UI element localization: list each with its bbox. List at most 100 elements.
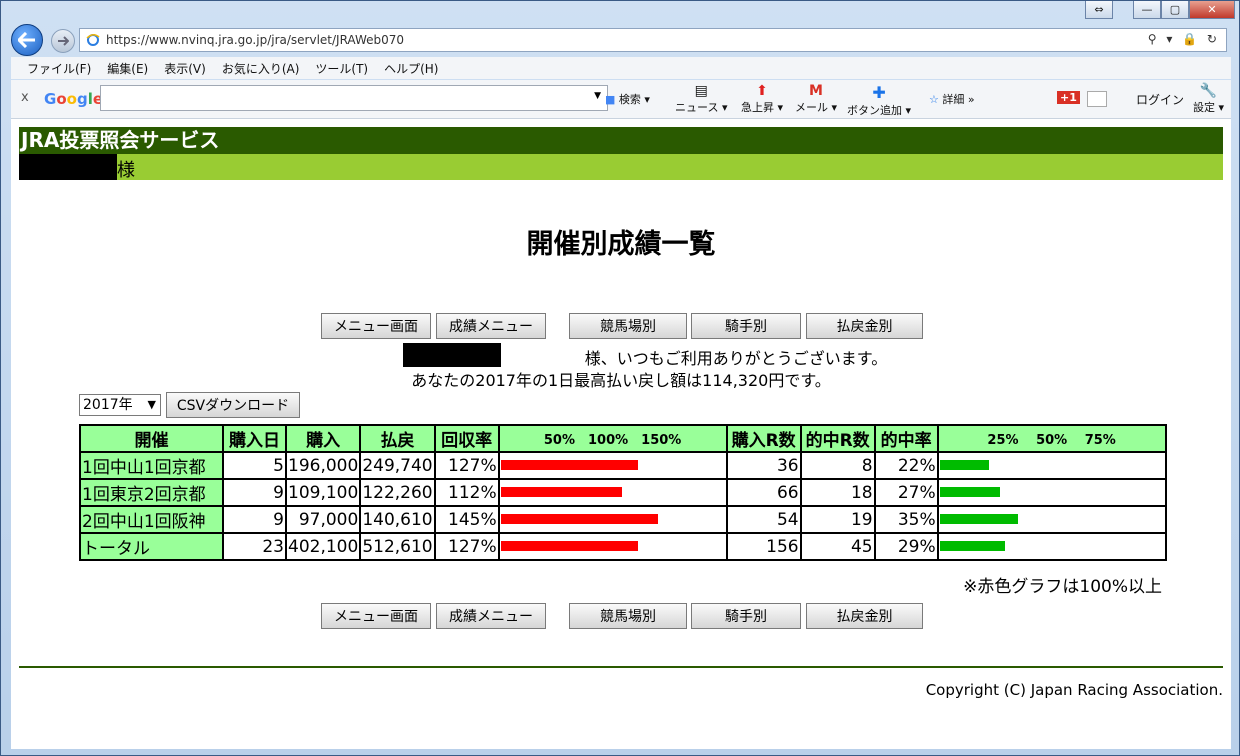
return-rate-value: 127% xyxy=(433,451,500,480)
plus-icon: ✚ xyxy=(872,83,886,102)
service-title: JRA投票照会サービス xyxy=(21,128,220,152)
col-races: 購入R数 xyxy=(725,424,802,453)
bought-value: 196,000 xyxy=(284,451,362,480)
hit-bar xyxy=(939,460,989,470)
mail-button[interactable]: M メール ▾ xyxy=(795,83,837,115)
menu-screen-button[interactable]: メニュー画面 xyxy=(321,603,431,629)
payout-value: 249,740 xyxy=(359,451,436,480)
menu-file[interactable]: ファイル(F) xyxy=(27,60,91,77)
return-graph-cell xyxy=(497,478,728,507)
col-days: 購入日 xyxy=(222,424,287,453)
restore-icon[interactable]: ⇔ xyxy=(1085,1,1113,19)
table-row: 2回中山1回阪神 9 97,000 140,610 145% 54 19 35% xyxy=(79,505,1167,534)
menu-tools[interactable]: ツール(T) xyxy=(315,60,368,77)
by-jockey-button[interactable]: 騎手別 xyxy=(691,603,801,629)
races-value: 54 xyxy=(725,505,802,534)
add-button[interactable]: ✚ ボタン追加 ▾ xyxy=(847,83,911,118)
return-bar xyxy=(500,541,638,551)
return-graph-cell xyxy=(497,505,728,534)
meeting-name: 1回中山1回京都 xyxy=(79,451,224,480)
col-meeting: 開催 xyxy=(79,424,224,453)
by-payout-button[interactable]: 払戻金別 xyxy=(806,603,923,629)
detail-button[interactable]: ☆ 詳細 » xyxy=(929,91,975,107)
back-button[interactable] xyxy=(11,24,43,56)
hit-graph-cell xyxy=(936,505,1167,534)
payout-value: 140,610 xyxy=(359,505,436,534)
maximize-button[interactable]: ▢ xyxy=(1161,1,1189,19)
arrow-up-icon: ⬆ xyxy=(756,83,768,99)
meeting-name: 1回東京2回京都 xyxy=(79,478,224,507)
hits-value: 8 xyxy=(799,451,876,480)
table-header-row: 開催 購入日 購入 払戻 回収率 50% 100% 150% 購入R数 的中R数… xyxy=(79,424,1167,453)
menu-screen-button[interactable]: メニュー画面 xyxy=(321,313,431,339)
by-racecourse-button[interactable]: 競馬場別 xyxy=(569,313,687,339)
col-return-rate: 回収率 xyxy=(433,424,500,453)
col-hit-graph-scale: 25% 50% 75% xyxy=(936,424,1167,453)
address-tools-icon[interactable]: ⚲ ▾ 🔒 ↻ xyxy=(1148,32,1220,46)
close-toolbar-icon[interactable]: x xyxy=(21,90,29,105)
menu-help[interactable]: ヘルプ(H) xyxy=(384,60,438,77)
return-rate-value: 112% xyxy=(433,478,500,507)
hits-value: 19 xyxy=(799,505,876,534)
menu-edit[interactable]: 編集(E) xyxy=(107,60,148,77)
page-title: 開催別成績一覧 xyxy=(526,229,716,260)
by-payout-button[interactable]: 払戻金別 xyxy=(806,313,923,339)
trending-button[interactable]: ⬆ 急上昇 ▾ xyxy=(741,83,783,115)
login-button[interactable]: ログイン xyxy=(1136,91,1184,108)
return-bar xyxy=(500,514,658,524)
forward-button[interactable] xyxy=(51,29,75,53)
by-racecourse-button[interactable]: 競馬場別 xyxy=(569,603,687,629)
minimize-button[interactable]: — xyxy=(1133,1,1161,19)
page-content: JRA投票照会サービス 様 開催別成績一覧 メニュー画面 成績メニュー 競馬場別… xyxy=(11,119,1231,749)
meeting-name: 2回中山1回阪神 xyxy=(79,505,224,534)
races-value: 66 xyxy=(725,478,802,507)
hit-graph-cell xyxy=(936,451,1167,480)
hits-value: 18 xyxy=(799,478,876,507)
csv-download-button[interactable]: CSVダウンロード xyxy=(166,392,300,418)
races-value: 36 xyxy=(725,451,802,480)
col-hits: 的中R数 xyxy=(799,424,876,453)
return-bar xyxy=(500,460,638,470)
hit-rate-value: 35% xyxy=(873,505,939,534)
greeting-message: 様、いつもご利用ありがとうございます。 xyxy=(584,349,888,368)
close-button[interactable]: ✕ xyxy=(1189,1,1235,19)
days-value: 23 xyxy=(222,532,287,561)
graph-note: ※赤色グラフは100%以上 xyxy=(963,577,1162,597)
honorific: 様 xyxy=(117,160,135,181)
col-hit-rate: 的中率 xyxy=(873,424,939,453)
chevron-down-icon[interactable]: ▼ xyxy=(594,91,601,101)
menu-view[interactable]: 表示(V) xyxy=(164,60,206,77)
gplus-count xyxy=(1087,91,1107,107)
browser-window: ⇔ — ▢ ✕ https://www.nvinq.jra.go.jp/jra/… xyxy=(0,0,1240,756)
google-search-button[interactable]: ■ 検索 ▾ xyxy=(605,91,650,107)
google-toolbar: x Google ▼ ■ 検索 ▾ ▤ ニュース ▾ ⬆ 急上昇 ▾ M メール ▾ … xyxy=(11,80,1231,119)
settings-button[interactable]: 🔧 設定 ▾ xyxy=(1193,83,1224,115)
hits-value: 45 xyxy=(799,532,876,561)
results-menu-button[interactable]: 成績メニュー xyxy=(436,603,546,629)
menu-bar: ファイル(F) 編集(E) 表示(V) お気に入り(A) ツール(T) ヘルプ(… xyxy=(11,57,1231,79)
results-menu-button[interactable]: 成績メニュー xyxy=(436,313,546,339)
window-controls: ⇔ xyxy=(1085,1,1113,21)
days-value: 9 xyxy=(222,505,287,534)
address-bar[interactable]: https://www.nvinq.jra.go.jp/jra/servlet/… xyxy=(79,28,1227,52)
service-header: JRA投票照会サービス xyxy=(19,127,1223,154)
news-button[interactable]: ▤ ニュース ▾ xyxy=(675,83,727,115)
redacted-user-name xyxy=(19,154,117,180)
menu-favorites[interactable]: お気に入り(A) xyxy=(222,60,300,77)
news-icon: ▤ xyxy=(694,83,708,99)
star-icon: ☆ xyxy=(929,93,939,106)
races-value: 156 xyxy=(725,532,802,561)
hit-rate-value: 22% xyxy=(873,451,939,480)
meeting-name: トータル xyxy=(79,532,224,561)
return-bar xyxy=(500,487,622,497)
table-row: 1回東京2回京都 9 109,100 122,260 112% 66 18 27… xyxy=(79,478,1167,507)
by-jockey-button[interactable]: 騎手別 xyxy=(691,313,801,339)
year-select[interactable]: 2017年 ▼ xyxy=(79,394,161,416)
col-payout: 払戻 xyxy=(359,424,436,453)
ie-icon xyxy=(86,34,100,46)
gplus-button[interactable]: +1 xyxy=(1057,91,1080,104)
hit-bar xyxy=(939,541,1005,551)
copyright: Copyright (C) Japan Racing Association. xyxy=(925,681,1223,699)
arrow-left-icon xyxy=(18,32,35,48)
google-search-input[interactable]: ▼ xyxy=(100,85,608,111)
